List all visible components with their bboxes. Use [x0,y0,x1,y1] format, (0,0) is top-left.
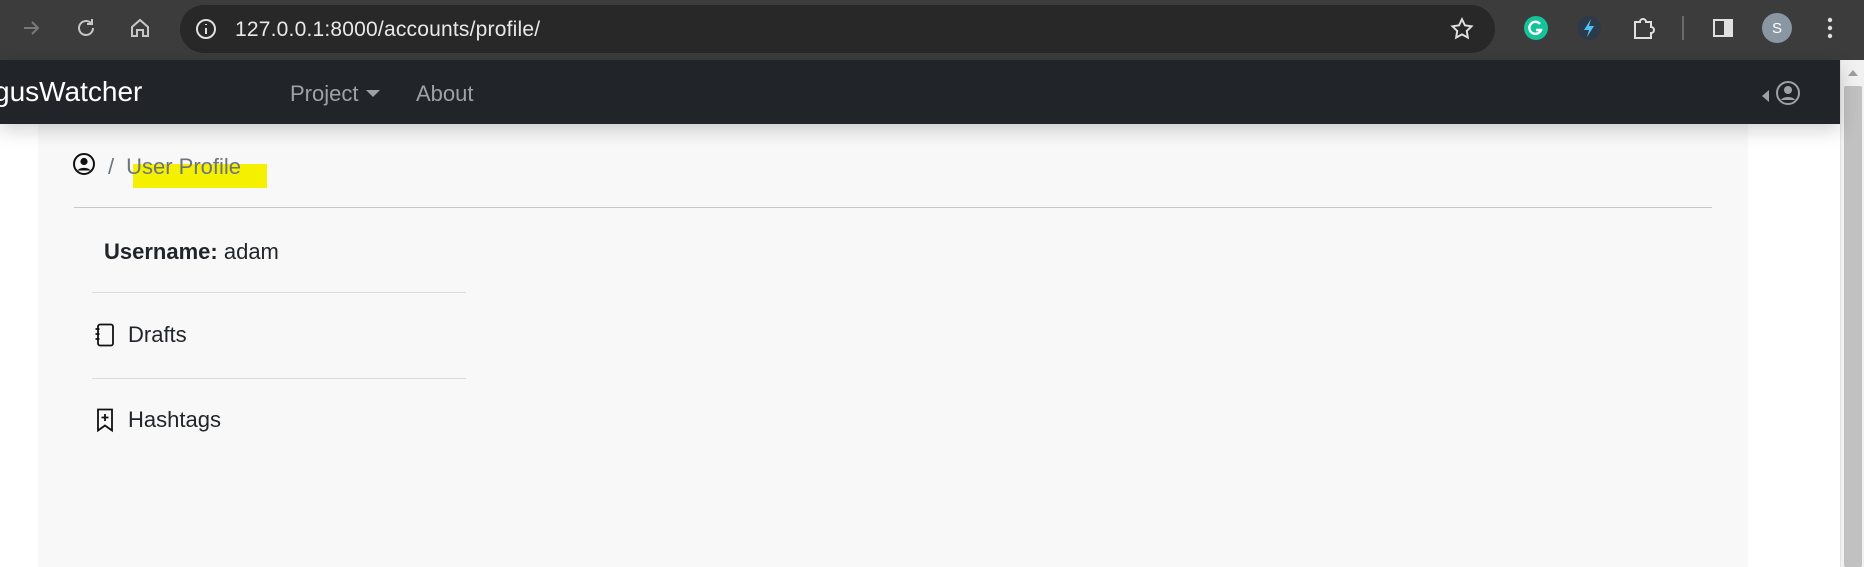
nav-project-label: Project [290,81,359,106]
breadcrumb-separator: / [108,154,115,179]
drafts-link[interactable]: Drafts [92,322,187,348]
grammarly-extension-icon[interactable] [1521,13,1551,43]
brand-logo-text[interactable]: gusWatcher [0,76,142,108]
user-circle-icon [1775,80,1801,111]
journal-icon [92,322,118,348]
username-label: Username: [104,239,218,264]
breadcrumb: / User Profile [72,152,241,182]
divider [74,207,1712,208]
url-text[interactable]: 127.0.0.1:8000/accounts/profile/ [235,18,540,42]
site-info-icon[interactable] [194,17,218,41]
bookmark-plus-icon [92,407,118,433]
address-bar[interactable]: 127.0.0.1:8000/accounts/profile/ [180,5,1495,53]
nav-project-dropdown[interactable]: Project [290,81,381,107]
bookmark-star-icon[interactable] [1449,16,1475,42]
nav-about-link[interactable]: About [416,81,474,107]
side-panel-icon[interactable] [1708,13,1738,43]
user-circle-icon[interactable] [72,152,96,182]
main-content: / User Profile Username: adam Drafts Has… [38,124,1748,567]
hashtags-label: Hashtags [128,407,221,432]
chevron-down-icon [366,89,381,97]
username-row: Username: adam [104,239,279,265]
breadcrumb-current: User Profile [126,154,242,179]
username-value: adam [223,239,279,264]
forward-icon[interactable] [12,10,52,46]
browser-toolbar: 127.0.0.1:8000/accounts/profile/ S [0,0,1864,60]
extensions-puzzle-icon[interactable] [1628,13,1658,43]
more-menu-icon[interactable] [1815,13,1845,43]
home-icon[interactable] [120,10,160,46]
caret-left-icon [1762,89,1769,102]
list-divider [92,378,466,379]
profile-avatar[interactable]: S [1762,13,1792,43]
toolbar-divider [1682,16,1684,40]
drafts-label: Drafts [128,322,187,347]
reload-icon[interactable] [66,10,106,46]
hashtags-link[interactable]: Hashtags [92,407,221,433]
scroll-up-arrow-icon[interactable] [1848,70,1858,76]
page-scrollbar[interactable] [1840,60,1864,567]
bolt-extension-icon[interactable] [1574,13,1604,43]
top-navbar: gusWatcher Project About [0,60,1840,124]
scroll-thumb[interactable] [1844,86,1862,567]
list-divider [92,292,466,293]
user-menu-toggle[interactable] [1762,80,1801,111]
